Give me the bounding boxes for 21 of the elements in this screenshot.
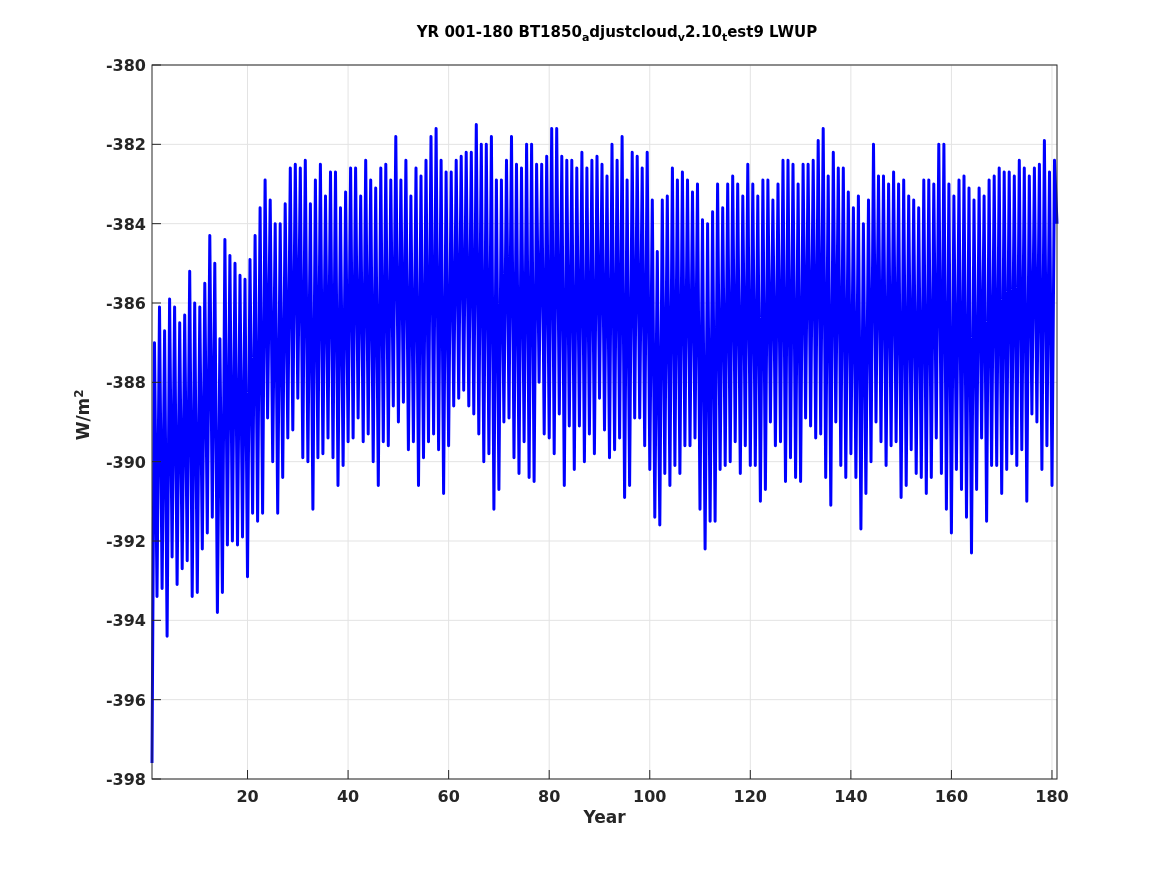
x-tick-label: 160 (934, 787, 969, 806)
x-tick-label: 20 (236, 787, 259, 806)
x-tick-label: 40 (336, 787, 360, 806)
x-tick-label: 140 (834, 787, 868, 806)
y-tick-label: -384 (105, 214, 146, 234)
x-tick-label: 80 (538, 787, 561, 806)
x-tick-label: 120 (733, 787, 767, 806)
y-tick-label: -392 (105, 532, 146, 551)
y-tick-label: -390 (105, 452, 146, 472)
x-axis-label: Year (583, 807, 626, 827)
y-tick-label: -386 (105, 294, 146, 313)
y-tick-label: -396 (105, 690, 146, 710)
y-tick-label: -382 (105, 135, 146, 155)
chart-title: YR 001-180 BT1850$_{a}$djustcloud$_{v}$2.10$_{t}$est9 LWUP (416, 23, 818, 44)
y-tick-label: -394 (105, 611, 146, 631)
x-tick-label: 180 (1035, 787, 1069, 806)
y-tick-label: -380 (105, 56, 146, 75)
y-tick-label: -388 (105, 373, 146, 393)
y-tick-label: -398 (105, 770, 146, 789)
x-tick-label: 100 (633, 787, 667, 806)
x-tick-label: 60 (437, 787, 460, 806)
